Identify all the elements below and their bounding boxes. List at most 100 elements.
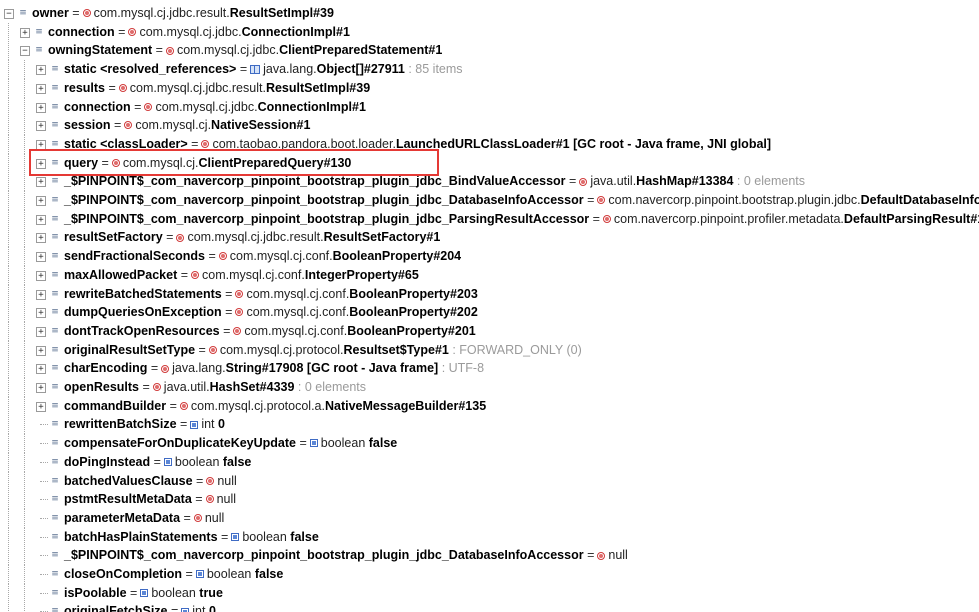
tree-row[interactable]: ≡ static <resolved_references> = java.lang…	[0, 60, 979, 80]
tree-row[interactable]: ≡ results = com.mysql.cj.jdbc.result.Resul…	[0, 78, 979, 98]
expand-icon[interactable]	[36, 326, 46, 337]
tree-row[interactable]: ≡ charEncoding = java.lang.String#17908 [G…	[0, 359, 979, 379]
tree-guide-line	[8, 602, 9, 612]
expand-icon[interactable]	[36, 308, 46, 319]
tree-row[interactable]: ≡ _$PINPOINT$_com_navercorp_pinpoint_boot…	[0, 191, 979, 210]
expand-icon[interactable]	[36, 196, 46, 206]
row-text: _$PINPOINT$_com_navercorp_pinpoint_boots…	[64, 210, 979, 229]
field-name: batchHasPlainStatements	[64, 529, 218, 544]
expand-icon[interactable]	[36, 83, 46, 94]
object-icon	[206, 476, 215, 485]
tree-guide-line	[24, 284, 25, 304]
tree-row[interactable]: ≡ _$PINPOINT$_com_navercorp_pinpoint_boot…	[0, 209, 979, 229]
tree-row[interactable]: ≡ pstmtResultMetaData = null	[0, 490, 979, 510]
tree-row[interactable]: ≡ connection = com.mysql.cj.jdbc.Connectio…	[0, 22, 979, 42]
value-class: HashSet#4339	[209, 380, 295, 394]
equals-sign: =	[205, 249, 216, 264]
expand-icon[interactable]	[36, 289, 46, 300]
tree-row[interactable]: ≡ rewrittenBatchSize = int 0	[0, 415, 979, 435]
field-icon: ≡	[35, 26, 43, 37]
expand-icon[interactable]	[36, 252, 46, 263]
value-type: com.mysql.cj.conf.	[202, 267, 305, 282]
field-name: static <resolved_references>	[64, 62, 237, 77]
value-class: 0	[208, 604, 216, 612]
tree-row[interactable]: ≡ commandBuilder = com.mysql.cj.protocol.a…	[0, 396, 979, 416]
equals-sign: =	[236, 62, 248, 77]
row-text: rewriteBatchedStatements = com.mysql.cj.c…	[64, 285, 478, 304]
tree-row[interactable]: ≡ owner = com.mysql.cj.jdbc.result.ResultS…	[0, 4, 979, 23]
value-class: Object[]#27911	[316, 62, 405, 77]
value-type: int	[192, 604, 209, 612]
value-extra: : UTF-8	[438, 361, 485, 376]
expand-icon[interactable]	[36, 158, 46, 169]
collapse-icon[interactable]	[4, 9, 14, 19]
expand-icon[interactable]	[36, 214, 46, 225]
tree-row[interactable]: ≡ compensateForOnDuplicateKeyUpdate = bool…	[0, 434, 979, 454]
expand-icon[interactable]	[36, 102, 46, 113]
tree-guide-branch	[40, 517, 48, 519]
tree-row[interactable]: ≡ parameterMetaData = null	[0, 508, 979, 528]
value-class: NativeMessageBuilder#135	[324, 398, 487, 413]
expand-icon[interactable]	[36, 383, 46, 393]
tree-row[interactable]: ≡ dontTrackOpenResources = com.mysql.cj.co…	[0, 321, 979, 341]
object-icon	[118, 84, 127, 92]
field-icon: ≡	[51, 157, 59, 168]
field-icon: ≡	[51, 232, 59, 243]
tree-row[interactable]: ≡ isPoolable = boolean true	[0, 583, 979, 603]
expand-icon[interactable]	[36, 121, 46, 132]
tree-row[interactable]: ≡ originalResultSetType = com.mysql.cj.pro…	[0, 340, 979, 360]
expand-icon[interactable]	[20, 27, 30, 38]
expand-icon[interactable]	[36, 139, 46, 150]
tree-row[interactable]: ≡ openResults = java.util.HashSet#4339 : 0…	[0, 378, 979, 397]
row-text: dontTrackOpenResources = com.mysql.cj.con…	[64, 322, 476, 341]
tree-row[interactable]: ≡ session = com.mysql.cj.NativeSession#1	[0, 116, 979, 136]
tree-guide-line	[8, 378, 9, 397]
value-extra: : 0 elements	[733, 174, 806, 189]
expand-icon[interactable]	[36, 177, 46, 188]
equals-sign: =	[130, 99, 142, 114]
expand-icon[interactable]	[36, 65, 46, 76]
value-type: com.mysql.cj.conf.	[244, 323, 348, 338]
expand-icon[interactable]	[36, 233, 46, 244]
tree-row[interactable]: ≡ _$PINPOINT$_com_navercorp_pinpoint_boot…	[0, 172, 979, 192]
field-name: rewrittenBatchSize	[64, 417, 177, 432]
value-type: java.util.	[163, 380, 210, 394]
field-icon: ≡	[51, 120, 59, 131]
tree-row[interactable]: ≡ originalFetchSize = int 0	[0, 602, 979, 612]
row-text: charEncoding = java.lang.String#17908 [GC…	[64, 359, 484, 378]
tree-row[interactable]: ≡ static <classLoader> = com.taobao.pandor…	[0, 134, 979, 154]
value-type: com.mysql.cj.conf.	[229, 249, 333, 264]
expand-icon[interactable]	[36, 364, 46, 375]
tree-guide-line	[8, 508, 9, 528]
collapse-icon[interactable]	[20, 46, 30, 57]
object-icon	[201, 140, 210, 149]
field-name: query	[64, 155, 99, 170]
tree-row[interactable]: ≡ maxAllowedPacket = com.mysql.cj.conf.Int…	[0, 265, 979, 285]
tree-row[interactable]: ≡ _$PINPOINT$_com_navercorp_pinpoint_boot…	[0, 546, 979, 566]
field-icon: ≡	[51, 101, 59, 112]
tree-row[interactable]: ≡ doPingInstead = boolean false	[0, 452, 979, 472]
tree-row[interactable]: ≡ resultSetFactory = com.mysql.cj.jdbc.res…	[0, 228, 979, 248]
tree-row[interactable]: ≡ sendFractionalSeconds = com.mysql.cj.con…	[0, 247, 979, 267]
tree-row[interactable]: ≡ batchedValuesClause = null	[0, 471, 979, 491]
field-name: session	[64, 118, 111, 133]
object-icon	[218, 252, 227, 261]
field-name: static <classLoader>	[64, 136, 188, 151]
value-class: false	[368, 436, 398, 451]
expand-icon[interactable]	[36, 270, 46, 281]
primitive-icon	[181, 607, 190, 612]
tree-row[interactable]: ≡ connection = com.mysql.cj.jdbc.Connectio…	[0, 97, 979, 117]
tree-row[interactable]: ≡ owningStatement = com.mysql.cj.jdbc.Clie…	[0, 41, 979, 61]
tree-row[interactable]: ≡ batchHasPlainStatements = boolean false	[0, 527, 979, 547]
tree-guide-line	[8, 134, 9, 154]
expand-icon[interactable]	[36, 401, 46, 412]
tree-row[interactable]: ≡ query = com.mysql.cj.ClientPreparedQuery…	[0, 153, 979, 173]
tree-row[interactable]: ≡ dumpQueriesOnException = com.mysql.cj.co…	[0, 303, 979, 323]
tree-row[interactable]: ≡ closeOnCompletion = boolean false	[0, 565, 979, 584]
equals-sign: =	[147, 361, 159, 376]
tree-guide-line	[24, 396, 25, 416]
field-name: results	[64, 80, 105, 95]
value-class: false	[222, 454, 252, 469]
expand-icon[interactable]	[36, 345, 46, 356]
tree-row[interactable]: ≡ rewriteBatchedStatements = com.mysql.cj.…	[0, 284, 979, 304]
